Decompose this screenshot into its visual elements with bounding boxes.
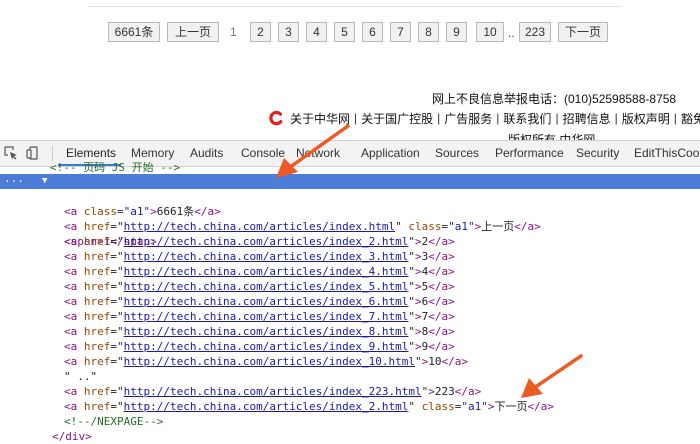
- tree-node-a-page-6[interactable]: <a href="http://tech.china.com/articles/…: [0, 294, 700, 309]
- page-link-7[interactable]: 7: [390, 22, 411, 42]
- tree-node-a-page-9[interactable]: <a href="http://tech.china.com/articles/…: [0, 339, 700, 354]
- page-link-9[interactable]: 9: [446, 22, 467, 42]
- footer-separator: |: [614, 111, 618, 125]
- tree-node-comment-nexpage[interactable]: <!--/NEXPAGE-->: [0, 414, 700, 429]
- tree-node-a-page-3[interactable]: <a href="http://tech.china.com/articles/…: [0, 249, 700, 264]
- tree-node-a-page-4[interactable]: <a href="http://tech.china.com/articles/…: [0, 264, 700, 279]
- page-link-8[interactable]: 8: [418, 22, 439, 42]
- tree-node-a-page-223[interactable]: <a href="http://tech.china.com/articles/…: [0, 384, 700, 399]
- footer-separator: |: [673, 111, 677, 125]
- pagination-ellipsis: ..: [508, 26, 515, 40]
- copyright-partial: 版权所有 中华网: [508, 133, 596, 140]
- tree-node-a-total[interactable]: <a class="a1">6661条</a>: [0, 189, 700, 218]
- tree-node-div-close[interactable]: </div>: [0, 429, 700, 444]
- footer-separator: |: [437, 111, 441, 125]
- tree-node-text-dots[interactable]: " ..": [0, 369, 700, 384]
- footer-link-ads[interactable]: 广告服务: [444, 110, 492, 127]
- tree-node-a-page-10[interactable]: <a href="http://tech.china.com/articles/…: [0, 354, 700, 369]
- tree-node-a-page-2[interactable]: <a href="http://tech.china.com/articles/…: [0, 234, 700, 249]
- current-page: 1: [230, 25, 237, 39]
- footer-link-contact[interactable]: 联系我们: [503, 110, 551, 127]
- inspect-element-icon[interactable]: [4, 146, 18, 160]
- page-link-4[interactable]: 4: [306, 22, 327, 42]
- tree-node-a-page-7[interactable]: <a href="http://tech.china.com/articles/…: [0, 309, 700, 324]
- tree-node-a-next[interactable]: <a href="http://tech.china.com/articles/…: [0, 399, 700, 414]
- toolbar-divider: [52, 146, 53, 161]
- footer-link-copyright[interactable]: 版权声明: [622, 110, 670, 127]
- page-link-3[interactable]: 3: [278, 22, 299, 42]
- elements-tree: <!-- 页码 JS 开始 --> ··· ▼ <div class="page…: [0, 161, 700, 443]
- pagination: 6661条 上一页 1 2 3 4 5 6 7 8 9 10 .. 223 下一…: [0, 22, 700, 42]
- next-page-button[interactable]: 下一页: [558, 22, 608, 42]
- page-link-2[interactable]: 2: [250, 22, 271, 42]
- report-hotline: 网上不良信息举报电话：(010)52598588-8758: [432, 92, 677, 106]
- tree-node-a-page-8[interactable]: <a href="http://tech.china.com/articles/…: [0, 324, 700, 339]
- footer-link-guoguang[interactable]: 关于国广控股: [361, 110, 433, 127]
- top-divider: [88, 6, 622, 7]
- tree-node-a-page-5[interactable]: <a href="http://tech.china.com/articles/…: [0, 279, 700, 294]
- prev-page-button[interactable]: 上一页: [167, 22, 219, 42]
- ellipsis-marker: ···: [4, 175, 24, 188]
- total-count-button[interactable]: 6661条: [108, 22, 160, 42]
- footer-link-jobs[interactable]: 招聘信息: [563, 110, 611, 127]
- annotation-arrow-top: [276, 124, 350, 178]
- tree-node-span-current[interactable]: <span>1</span>: [0, 219, 700, 248]
- page-link-5[interactable]: 5: [334, 22, 355, 42]
- expand-triangle-icon[interactable]: ▼: [42, 174, 47, 189]
- page-link-10[interactable]: 10: [476, 22, 504, 42]
- footer-separator: |: [496, 111, 500, 125]
- tree-node-a-prev[interactable]: <a href="http://tech.china.com/articles/…: [0, 204, 700, 233]
- footer-link-disclaimer[interactable]: 豁免条款: [681, 110, 700, 127]
- page-link-6[interactable]: 6: [362, 22, 383, 42]
- device-toolbar-icon[interactable]: [26, 146, 40, 160]
- footer-separator: |: [555, 111, 559, 125]
- page-link-223[interactable]: 223: [519, 22, 551, 42]
- annotation-arrow-bottom: [521, 354, 583, 398]
